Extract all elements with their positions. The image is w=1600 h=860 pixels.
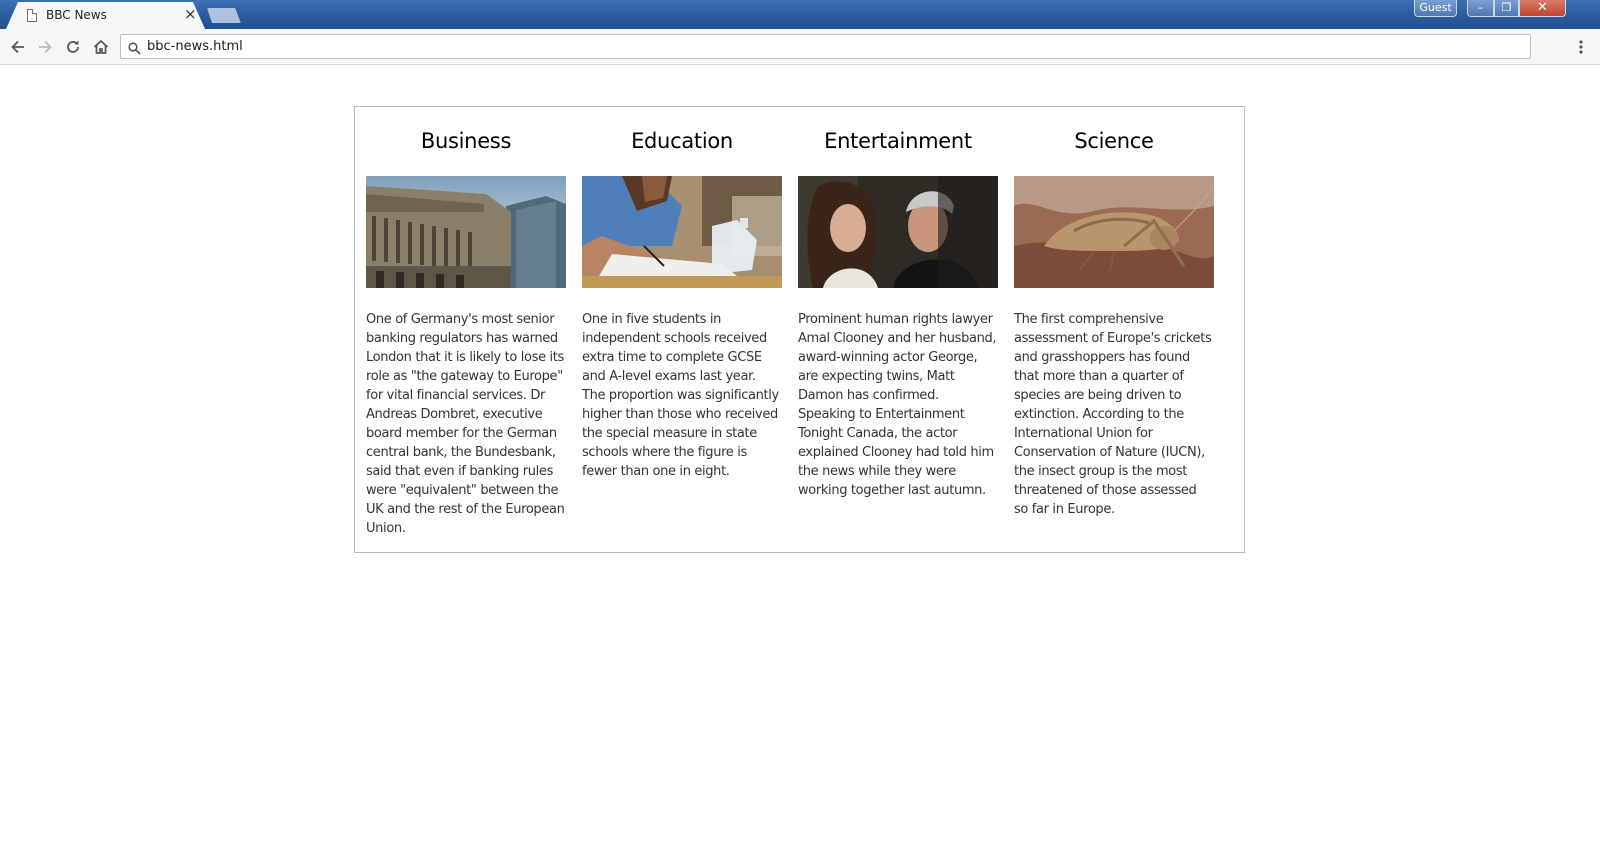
search-icon xyxy=(128,40,141,59)
article-summary: One in five students in independent scho… xyxy=(582,312,779,479)
article-summary: One of Germany's most senior banking reg… xyxy=(366,312,565,536)
category-heading: Education xyxy=(631,129,733,153)
address-bar[interactable]: bbc-news.html xyxy=(120,34,1531,59)
category-heading: Business xyxy=(420,129,512,153)
maximize-button[interactable]: ❐ xyxy=(1494,0,1519,17)
grasshopper-photo xyxy=(1014,176,1214,288)
couple-portrait-photo xyxy=(798,176,998,288)
page-icon xyxy=(27,9,37,22)
category-heading: Entertainment xyxy=(824,129,972,153)
address-text: bbc-news.html xyxy=(147,39,243,54)
tab-bbc-news[interactable]: BBC News × xyxy=(6,2,205,29)
article-summary: Prominent human rights lawyer Amal Cloon… xyxy=(798,312,997,498)
student-writing-photo xyxy=(582,176,782,288)
title-bar: BBC News × Guest – ❐ ✕ xyxy=(0,0,1600,29)
bank-building-photo xyxy=(366,176,566,288)
profile-button[interactable]: Guest xyxy=(1414,0,1457,17)
browser-toolbar: bbc-news.html xyxy=(0,29,1600,65)
tab-title: BBC News xyxy=(46,8,107,22)
minimize-button[interactable]: – xyxy=(1467,0,1494,17)
menu-icon[interactable] xyxy=(1579,38,1583,56)
tab-close-icon[interactable]: × xyxy=(184,6,197,22)
reload-icon[interactable] xyxy=(64,38,82,56)
close-window-button[interactable]: ✕ xyxy=(1519,0,1566,17)
home-icon[interactable] xyxy=(92,38,110,56)
new-tab-button[interactable] xyxy=(207,8,241,23)
forward-icon[interactable] xyxy=(36,38,54,56)
news-container: Business One of Germany's most senior ba… xyxy=(354,106,1245,553)
back-icon[interactable] xyxy=(9,38,27,56)
article-summary: The first comprehensive assessment of Eu… xyxy=(1014,312,1212,517)
category-heading: Science xyxy=(1074,129,1154,153)
